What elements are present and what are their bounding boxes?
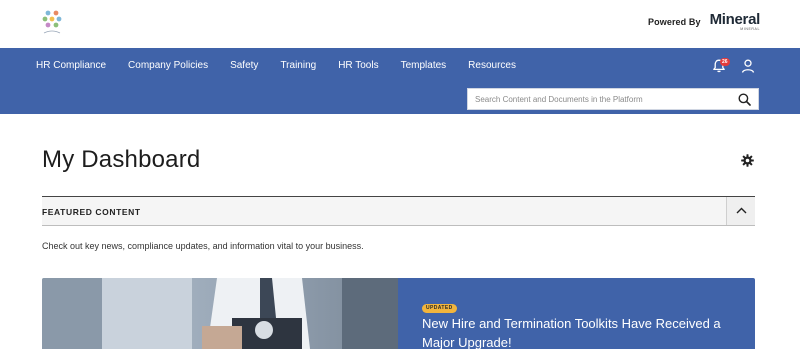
search-box (467, 88, 759, 110)
nav-item-hr-compliance[interactable]: HR Compliance (36, 60, 106, 71)
notification-badge: 26 (720, 58, 730, 66)
page-title: My Dashboard (42, 146, 201, 173)
gear-icon[interactable] (741, 154, 754, 167)
mineral-logo[interactable]: Mineral MINERAL (709, 11, 761, 32)
featured-description: Check out key news, compliance updates, … (42, 241, 364, 251)
search-input[interactable] (475, 89, 730, 109)
brand-name: Mineral (709, 11, 761, 28)
featured-card-image (42, 278, 398, 349)
nav-item-company-policies[interactable]: Company Policies (128, 60, 208, 71)
featured-card-panel: UPDATED New Hire and Termination Toolkit… (398, 278, 755, 349)
featured-content-heading: FEATURED CONTENT (42, 207, 141, 217)
nav-item-safety[interactable]: Safety (230, 60, 258, 71)
featured-content-header[interactable]: FEATURED CONTENT (42, 196, 755, 226)
powered-by: Powered By Mineral MINERAL (648, 12, 760, 32)
nav-item-templates[interactable]: Templates (401, 60, 447, 71)
featured-card-headline[interactable]: New Hire and Termination Toolkits Have R… (422, 314, 742, 349)
user-icon[interactable] (740, 58, 756, 74)
company-logo[interactable] (41, 9, 63, 37)
collapse-button[interactable] (726, 197, 755, 225)
search-icon[interactable] (738, 93, 751, 106)
nav-links: HR Compliance Company Policies Safety Tr… (36, 60, 538, 71)
featured-card[interactable]: UPDATED New Hire and Termination Toolkit… (42, 278, 755, 349)
top-bar: Powered By Mineral MINERAL (0, 0, 800, 48)
brand-sub: MINERAL (740, 27, 760, 31)
nav-item-training[interactable]: Training (280, 60, 316, 71)
powered-by-label: Powered By (648, 16, 701, 27)
updated-tag: UPDATED (422, 304, 457, 313)
chevron-up-icon (736, 207, 747, 214)
nav-item-resources[interactable]: Resources (468, 60, 516, 71)
nav-item-hr-tools[interactable]: HR Tools (338, 60, 378, 71)
